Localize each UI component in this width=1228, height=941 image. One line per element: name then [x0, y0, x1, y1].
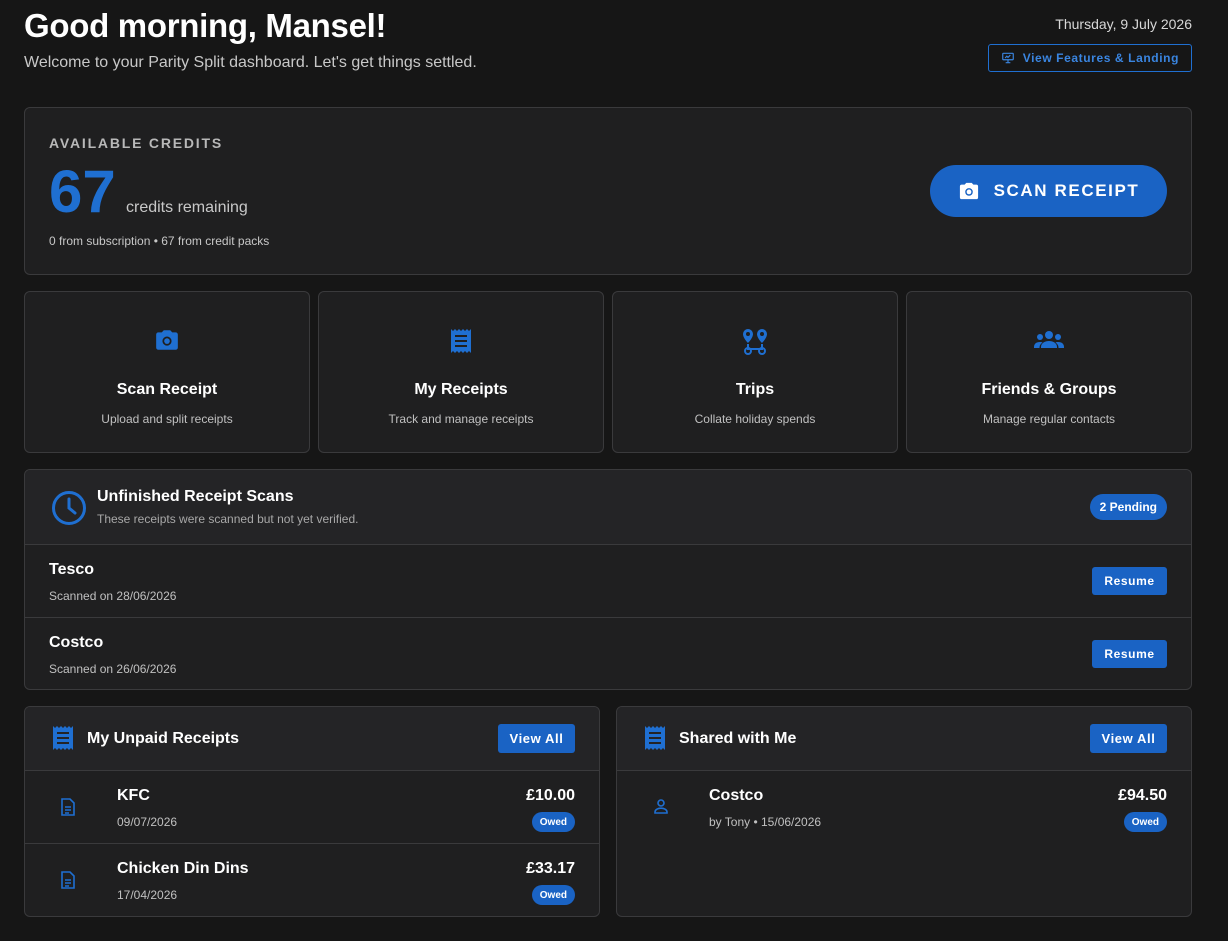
route-icon	[743, 329, 767, 355]
action-tile-title: Trips	[735, 381, 775, 398]
scan-receipt-button[interactable]: SCAN RECEIPT	[930, 165, 1167, 217]
action-tile-title: My Receipts	[414, 381, 508, 398]
action-tile-desc: Track and manage receipts	[388, 412, 534, 426]
action-tile-desc: Manage regular contacts	[982, 412, 1116, 426]
unpaid-receipts-title: My Unpaid Receipts	[87, 730, 240, 747]
current-date: Thursday, 9 July 2026	[1055, 16, 1192, 32]
scan-store-name: Tesco	[49, 561, 95, 578]
groups-icon	[1034, 331, 1064, 348]
document-icon	[61, 798, 75, 816]
list-item: Tesco Scanned on 28/06/2026 Resume	[25, 545, 1191, 618]
credits-label: AVAILABLE CREDITS	[49, 135, 223, 151]
receipt-date: 17/04/2026	[117, 888, 178, 902]
scan-date: Scanned on 26/06/2026	[49, 662, 177, 676]
receipt-owner-date: by Tony • 15/06/2026	[709, 815, 822, 829]
unfinished-scans-panel: Unfinished Receipt Scans These receipts …	[24, 469, 1192, 690]
action-tile-my-receipts[interactable]: My Receipts Track and manage receipts	[318, 291, 604, 453]
clock-icon	[52, 491, 86, 525]
action-tile-desc: Upload and split receipts	[101, 412, 233, 426]
presentation-icon	[1001, 52, 1014, 64]
document-icon	[61, 871, 75, 889]
status-badge: Owed	[531, 812, 575, 832]
list-item[interactable]: KFC 09/07/2026 £10.00 Owed	[25, 771, 599, 844]
scan-store-name: Costco	[49, 634, 104, 651]
action-tile-title: Scan Receipt	[116, 381, 218, 398]
credits-card: AVAILABLE CREDITS 67 credits remaining 0…	[24, 107, 1192, 275]
list-item: Costco Scanned on 26/06/2026 Resume	[25, 618, 1191, 689]
credits-breakdown: 0 from subscription • 67 from credit pac…	[49, 234, 270, 248]
greeting-title: Good morning, Mansel!	[24, 7, 387, 44]
person-icon	[654, 799, 668, 814]
unpaid-receipts-panel: My Unpaid Receipts View All KFC 09/07/20…	[24, 706, 600, 917]
unfinished-scans-header: Unfinished Receipt Scans These receipts …	[25, 470, 1191, 545]
action-tile-trips[interactable]: Trips Collate holiday spends	[612, 291, 898, 453]
view-all-button[interactable]: View All	[498, 724, 575, 753]
landing-button-label: View Features & Landing	[1022, 51, 1179, 65]
status-badge: Owed	[1123, 812, 1167, 832]
receipt-name: Costco	[709, 787, 764, 804]
resume-button[interactable]: Resume	[1092, 567, 1167, 595]
list-item[interactable]: Chicken Din Dins 17/04/2026 £33.17 Owed	[25, 844, 599, 916]
receipt-icon	[645, 726, 665, 750]
action-tile-desc: Collate holiday spends	[694, 412, 816, 426]
unpaid-receipts-header: My Unpaid Receipts View All	[25, 707, 599, 771]
page-header: Good morning, Mansel! Welcome to your Pa…	[24, 6, 1192, 86]
action-tile-friends-groups[interactable]: Friends & Groups Manage regular contacts	[906, 291, 1192, 453]
unfinished-scans-title: Unfinished Receipt Scans	[97, 488, 294, 505]
receipt-amount: £33.17	[526, 860, 575, 877]
receipt-amount: £10.00	[526, 787, 575, 804]
receipt-icon	[53, 726, 73, 750]
list-item[interactable]: Costco by Tony • 15/06/2026 £94.50 Owed	[617, 771, 1191, 844]
shared-with-me-panel: Shared with Me View All Costco by Tony •…	[616, 706, 1192, 917]
camera-icon	[959, 182, 978, 200]
receipt-name: Chicken Din Dins	[117, 860, 249, 877]
credits-remaining-text: credits remaining	[126, 199, 248, 216]
action-tile-scan-receipt[interactable]: Scan Receipt Upload and split receipts	[24, 291, 310, 453]
camera-icon	[156, 330, 178, 350]
unfinished-scans-subtitle: These receipts were scanned but not yet …	[97, 512, 359, 526]
shared-with-me-header: Shared with Me View All	[617, 707, 1191, 771]
resume-button[interactable]: Resume	[1092, 640, 1167, 668]
pending-count-badge: 2 Pending	[1089, 494, 1167, 520]
shared-with-me-title: Shared with Me	[679, 730, 797, 747]
view-all-button[interactable]: View All	[1090, 724, 1167, 753]
status-badge: Owed	[531, 885, 575, 905]
receipt-name: KFC	[117, 787, 150, 804]
scan-date: Scanned on 28/06/2026	[49, 589, 177, 603]
action-tile-title: Friends & Groups	[981, 381, 1117, 398]
view-features-landing-button[interactable]: View Features & Landing	[987, 44, 1192, 72]
scan-button-label: SCAN RECEIPT	[993, 181, 1140, 200]
credits-count: 67	[49, 158, 116, 225]
receipt-amount: £94.50	[1118, 787, 1167, 804]
receipt-icon	[451, 329, 471, 353]
receipt-date: 09/07/2026	[117, 815, 178, 829]
